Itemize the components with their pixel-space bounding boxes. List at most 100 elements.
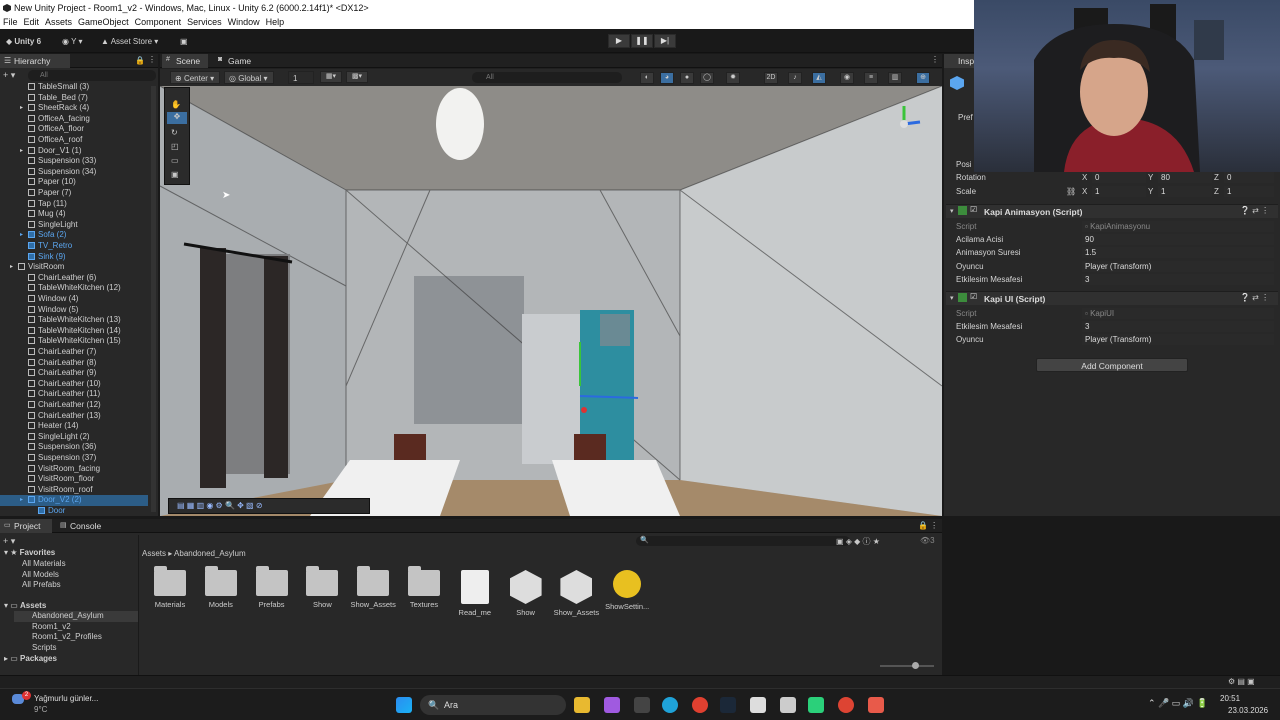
2d-toggle-icon[interactable]: 2D	[764, 72, 778, 84]
help-icon[interactable]: ❔ ⇄ ⋮	[1240, 293, 1269, 302]
asset-folder-item[interactable]: Scripts	[14, 643, 138, 654]
hierarchy-row[interactable]: TableSmall (3)	[0, 82, 148, 93]
hierarchy-row[interactable]: ▸ SheetRack (4)	[0, 103, 148, 114]
hierarchy-row[interactable]: TableWhiteKitchen (12)	[0, 283, 148, 294]
discord-icon[interactable]	[808, 697, 824, 713]
windows-start-icon[interactable]	[396, 697, 412, 713]
gizmos-icon[interactable]: ▥	[888, 72, 902, 84]
globe-icon[interactable]: ⊕	[916, 72, 930, 84]
hierarchy-search-input[interactable]: All	[28, 70, 156, 81]
packages-section[interactable]: ▸ ▭ Packages	[4, 654, 57, 665]
enabled-checkbox[interactable]: ☑	[970, 292, 977, 301]
hierarchy-row[interactable]: TV_Retro	[0, 241, 148, 252]
hierarchy-row[interactable]: OfficeA_facing	[0, 114, 148, 125]
menu-item-assets[interactable]: Assets	[45, 16, 72, 29]
scale-y-field[interactable]: 1	[1158, 186, 1212, 197]
rotation-z-field[interactable]: 0	[1224, 172, 1274, 183]
chrome-icon[interactable]	[692, 697, 708, 713]
favorite-item[interactable]: All Materials	[22, 559, 66, 570]
hierarchy-row[interactable]: Tap (11)	[0, 199, 148, 210]
expand-arrow-icon[interactable]: ▸	[20, 103, 23, 114]
rect-tool-icon[interactable]: ▭	[171, 156, 179, 165]
hierarchy-row[interactable]: Window (4)	[0, 294, 148, 305]
breadcrumb-current[interactable]: Abandoned_Asylum	[174, 549, 246, 558]
increment-snap-icon[interactable]: ▩▾	[346, 71, 368, 83]
hierarchy-row[interactable]: Sink (9)	[0, 252, 148, 263]
hierarchy-row[interactable]: Paper (7)	[0, 188, 148, 199]
audio-icon[interactable]: ♪	[788, 72, 802, 84]
asset-item[interactable]: Materials	[144, 566, 196, 609]
rotation-x-field[interactable]: 0	[1092, 172, 1146, 183]
hierarchy-row[interactable]: Heater (14)	[0, 421, 148, 432]
hierarchy-row[interactable]: Suspension (33)	[0, 156, 148, 167]
move-tool-icon[interactable]: ✥	[167, 112, 187, 124]
scale-x-field[interactable]: 1	[1092, 186, 1146, 197]
asset-item[interactable]: ShowSettin...	[601, 570, 653, 611]
asset-folder-item[interactable]: Room1_v2	[14, 622, 138, 633]
claude-icon[interactable]	[868, 697, 884, 713]
help-icon[interactable]: ❔ ⇄ ⋮	[1240, 206, 1269, 215]
hierarchy-row[interactable]: TableWhiteKitchen (13)	[0, 315, 148, 326]
status-icons[interactable]: ⚙ ▤ ▣	[1228, 677, 1255, 686]
more-icon[interactable]: ⋮	[931, 55, 939, 64]
component-kapi-animasyon-header[interactable]: Kapi Animasyon (Script)	[946, 204, 1278, 218]
grid-size-input[interactable]: 1	[288, 71, 314, 84]
create-plus-icon[interactable]: + ▾	[3, 70, 21, 81]
zoom-slider[interactable]	[880, 662, 934, 669]
hierarchy-row[interactable]: Door	[0, 506, 148, 516]
visibility-icon[interactable]: ◉	[840, 72, 854, 84]
splitter[interactable]	[138, 535, 139, 675]
file-explorer-icon[interactable]	[574, 697, 590, 713]
expand-arrow-icon[interactable]: ▸	[20, 495, 23, 506]
hierarchy-row[interactable]: SingleLight (2)	[0, 432, 148, 443]
play-button[interactable]: ▶	[608, 34, 630, 48]
asset-item[interactable]: Show_Assets	[347, 566, 399, 609]
asset-folder-item[interactable]: Room1_v2_Profiles	[14, 632, 138, 643]
favorite-item[interactable]: All Prefabs	[22, 580, 61, 591]
assets-section[interactable]: ▾ ▭ Assets	[4, 601, 46, 612]
transform-tool-icon[interactable]: ▣	[171, 170, 179, 179]
hierarchy-row[interactable]: OfficeA_roof	[0, 135, 148, 146]
hierarchy-row[interactable]: ChairLeather (8)	[0, 358, 148, 369]
unity-hub-icon[interactable]	[750, 697, 766, 713]
clock-time[interactable]: 20:51	[1220, 694, 1240, 703]
hierarchy-row[interactable]: ▸ Sofa (2)	[0, 230, 148, 241]
hierarchy-row[interactable]: Paper (10)	[0, 177, 148, 188]
account-button[interactable]: ◉ Y ▾	[62, 35, 83, 48]
light-toggle-icon[interactable]: ◐	[640, 72, 654, 84]
filter-icons[interactable]: ▣ ◈ ◆ ⓘ ★	[836, 536, 880, 547]
breadcrumb-root[interactable]: Assets	[142, 549, 166, 558]
scale-tool-icon[interactable]: ◰	[171, 142, 179, 151]
unity-editor-icon[interactable]	[780, 697, 796, 713]
asset-item[interactable]: Show	[296, 566, 348, 609]
camera-icon[interactable]: ◭	[812, 72, 826, 84]
edge-icon[interactable]	[662, 697, 678, 713]
project-search-input[interactable]: 🔍	[636, 536, 850, 546]
add-component-button[interactable]: Add Component	[1036, 358, 1188, 372]
menu-item-help[interactable]: Help	[266, 16, 285, 29]
zoom-slider-handle[interactable]	[912, 662, 919, 669]
tab-inspector[interactable]: Insp	[944, 54, 974, 68]
enabled-checkbox[interactable]: ☑	[970, 205, 977, 214]
field-value[interactable]: 1.5	[1082, 247, 1274, 259]
rotation-y-field[interactable]: 80	[1158, 172, 1212, 183]
wireframe-icon[interactable]: ●	[680, 72, 694, 84]
hierarchy-row[interactable]: TableWhiteKitchen (14)	[0, 326, 148, 337]
render-mode-icon[interactable]: ◯	[700, 72, 714, 84]
hierarchy-row[interactable]: ▸ Door_V2 (2)	[0, 495, 148, 506]
cloud-icon[interactable]: ▣	[180, 35, 188, 48]
asset-item[interactable]: Models	[195, 566, 247, 609]
more-icon[interactable]: ⋮	[148, 55, 156, 64]
asset-item[interactable]: Textures	[398, 566, 450, 609]
hierarchy-row[interactable]: Mug (4)	[0, 209, 148, 220]
weather-text[interactable]: Yağmurlu günler...	[34, 694, 98, 703]
overlay-icon[interactable]: ▤ ▦ ▥ ◉ ⚙ 🔍 ✥ ▧ ⊘	[177, 501, 263, 510]
menu-item-file[interactable]: File	[3, 16, 18, 29]
menu-item-component[interactable]: Component	[135, 16, 182, 29]
hierarchy-scrollbar[interactable]	[151, 86, 156, 512]
store-icon[interactable]	[634, 697, 650, 713]
field-value[interactable]: 90	[1082, 234, 1274, 245]
hierarchy-row[interactable]: ChairLeather (9)	[0, 368, 148, 379]
lock-icon[interactable]: 🔒 ⋮	[918, 521, 938, 530]
pause-button[interactable]: ❚❚	[631, 34, 653, 48]
